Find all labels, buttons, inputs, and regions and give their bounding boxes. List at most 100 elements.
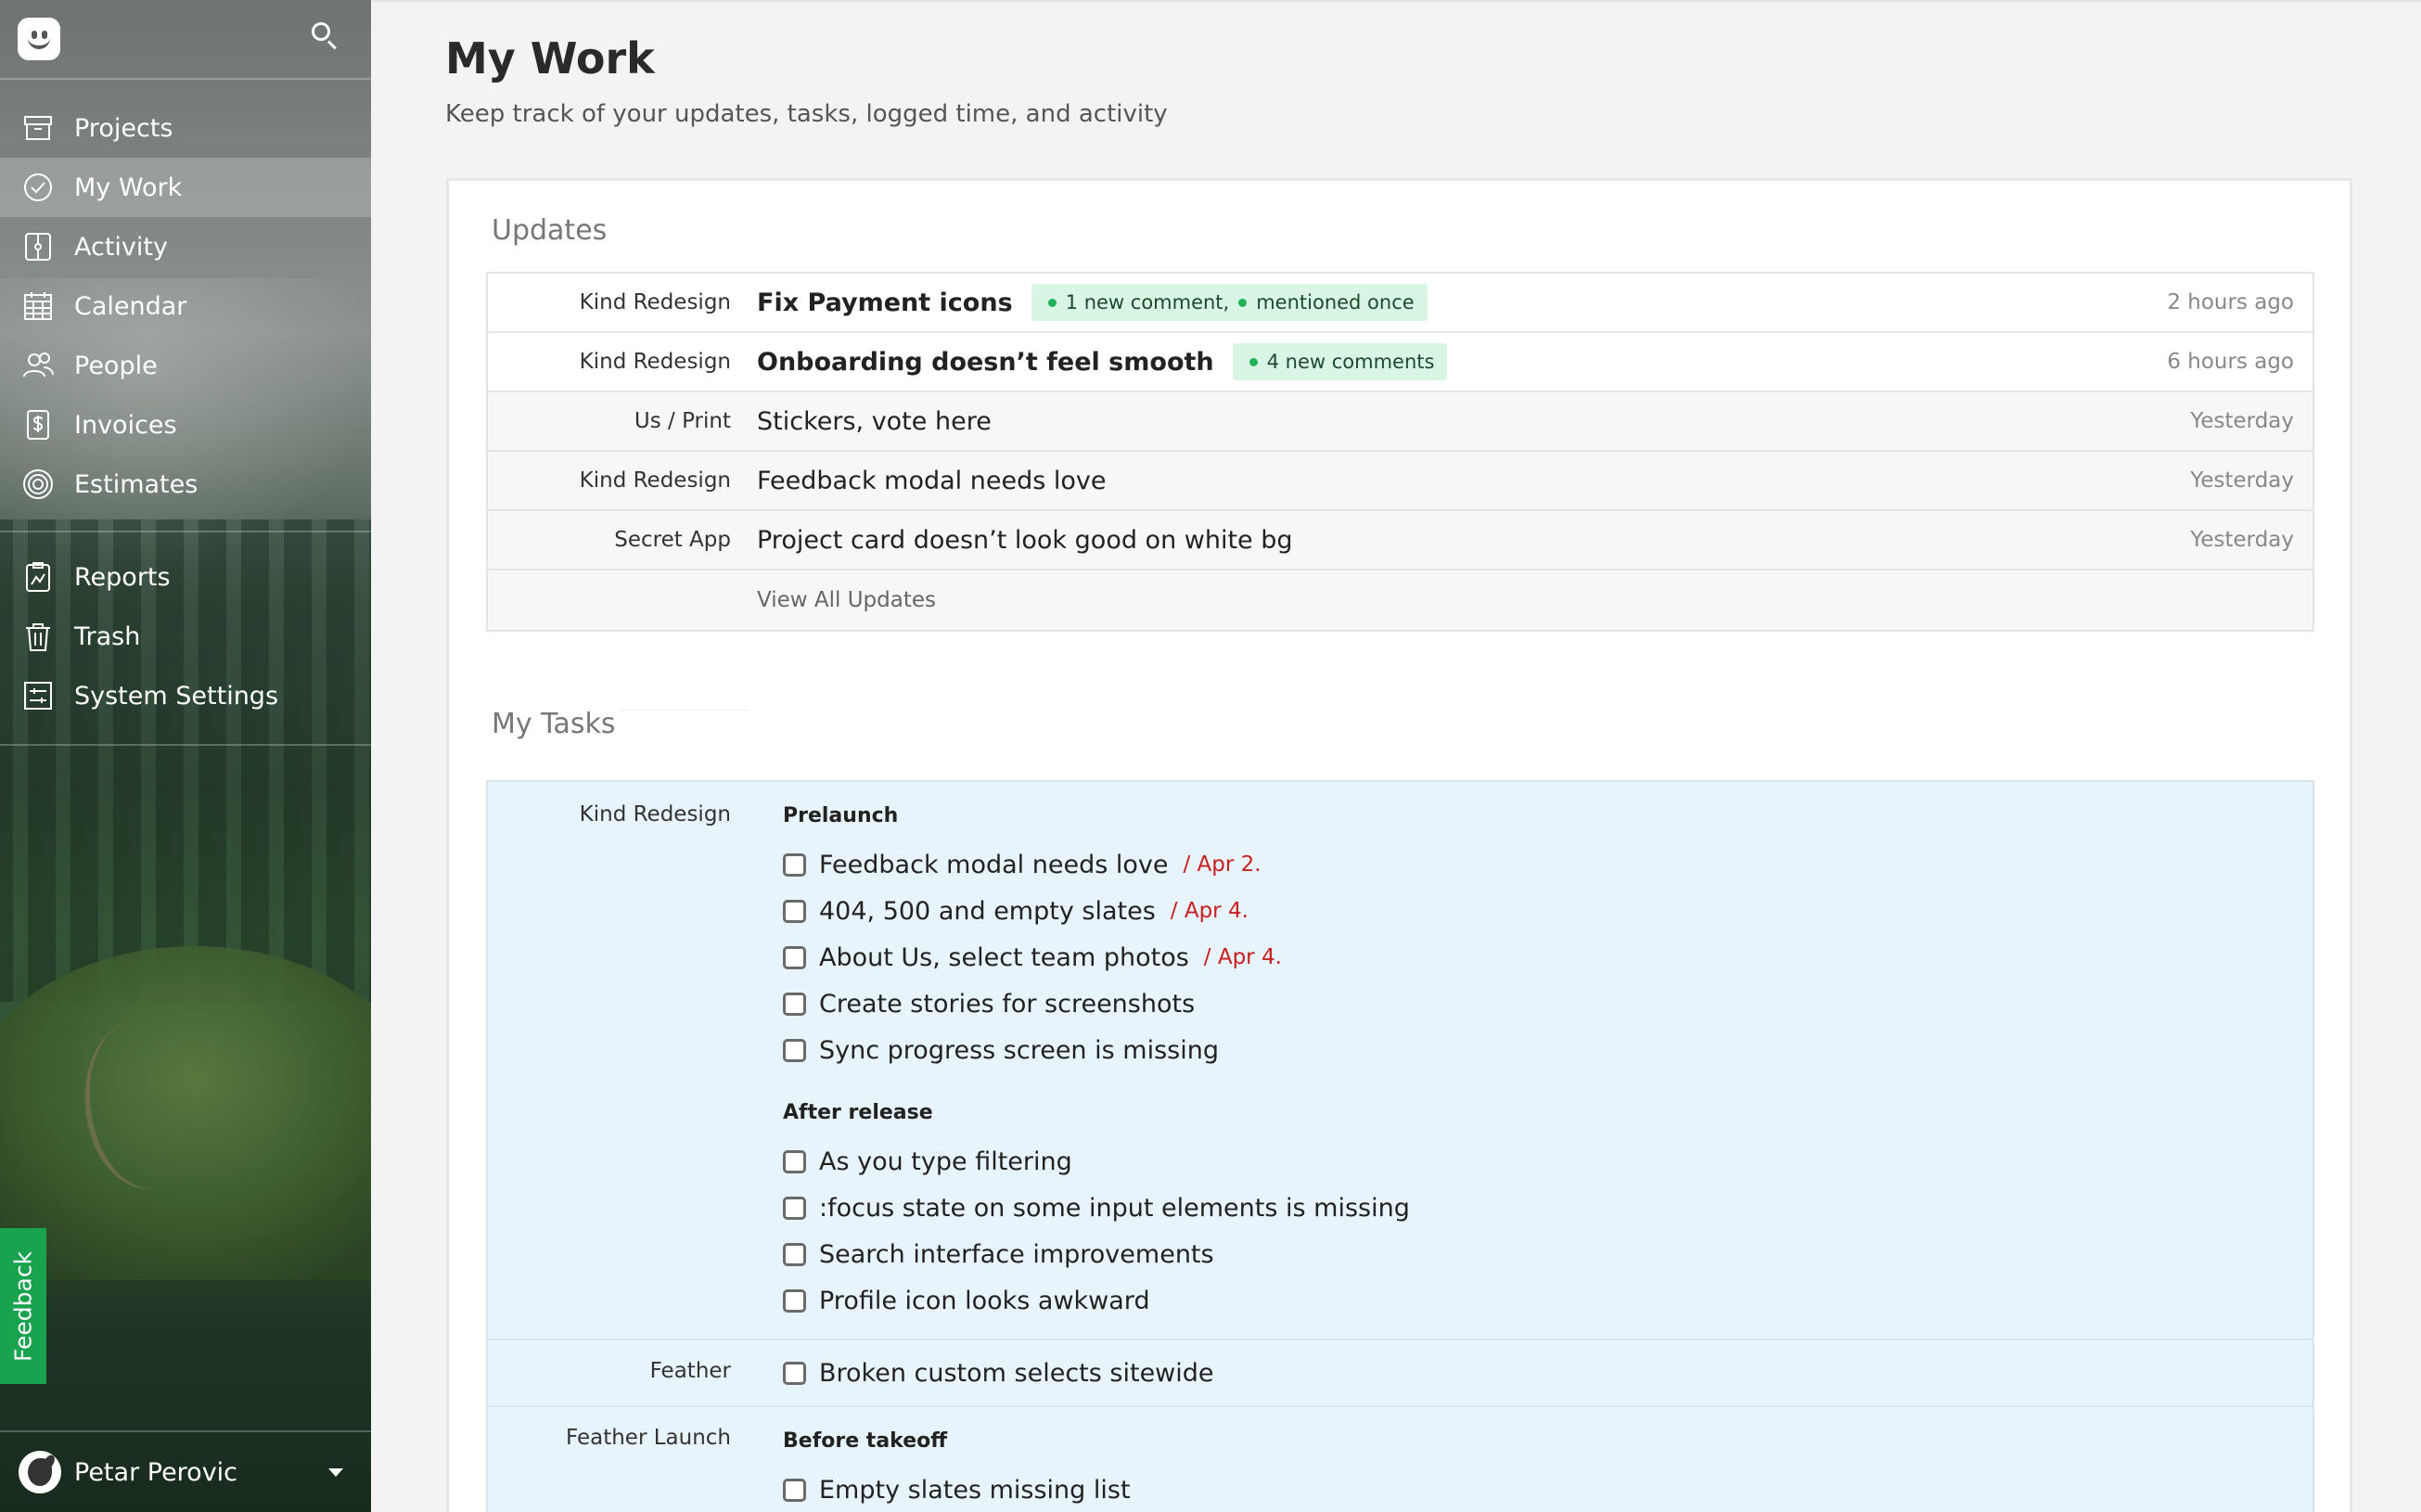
status-badge: 1 new comment, mentioned once [1031, 284, 1428, 321]
update-title[interactable]: Feedback modal needs love [757, 467, 1106, 495]
task-group-title: After release [783, 1101, 933, 1124]
task-checkbox[interactable] [783, 852, 806, 877]
task-checkbox[interactable] [783, 1149, 806, 1173]
search-icon[interactable] [308, 19, 341, 52]
task-due-date: / Apr 4. [1203, 945, 1282, 969]
task-project-block: Feather Launch Before takeoff Empty slat… [488, 1407, 2312, 1512]
update-row[interactable]: Us / Print Stickers, vote here Yesterday [488, 392, 2312, 452]
task-text[interactable]: As you type filtering [819, 1147, 1072, 1176]
user-menu[interactable]: Petar Perovic [0, 1430, 371, 1512]
sidebar-item-projects[interactable]: Projects [0, 98, 371, 158]
task-checkbox[interactable] [783, 1242, 806, 1266]
sidebar-item-label: Activity [74, 232, 168, 262]
task-item: Broken custom selects sitewide [783, 1350, 2312, 1396]
sidebar-item-system-settings[interactable]: System Settings [0, 666, 371, 725]
task-checkbox[interactable] [783, 1038, 806, 1062]
task-text[interactable]: Profile icon looks awkward [819, 1287, 1150, 1315]
tasks-list: Kind Redesign Prelaunch Feedback modal n… [486, 780, 2314, 1512]
sidebar: Projects My Work Activity Calendar Peopl… [0, 0, 371, 1512]
trash-icon [20, 619, 56, 654]
update-row[interactable]: Secret App Project card doesn’t look goo… [488, 511, 2312, 570]
dollar-document-icon [20, 407, 56, 442]
sidebar-item-label: Calendar [74, 291, 187, 321]
sidebar-item-label: My Work [74, 173, 183, 202]
target-icon [20, 467, 56, 502]
task-project-block: Kind Redesign Prelaunch Feedback modal n… [488, 782, 2312, 1340]
sidebar-item-label: People [74, 351, 158, 380]
sidebar-item-my-work[interactable]: My Work [0, 158, 371, 217]
update-title[interactable]: Fix Payment icons [757, 288, 1013, 317]
avatar [19, 1451, 61, 1493]
feedback-label: Feedback [9, 1250, 37, 1362]
update-title[interactable]: Stickers, vote here [757, 407, 992, 436]
task-text[interactable]: Empty slates missing list [819, 1476, 1131, 1505]
sidebar-header [0, 0, 371, 80]
app-logo-icon[interactable] [18, 18, 60, 60]
unread-dot-icon [1249, 357, 1258, 366]
user-name: Petar Perovic [74, 1457, 238, 1487]
task-text[interactable]: Feedback modal needs love [819, 851, 1168, 879]
task-text[interactable]: Sync progress screen is missing [819, 1036, 1219, 1065]
activity-icon [20, 229, 56, 264]
task-item: Create stories for screenshots [783, 980, 2312, 1027]
task-checkbox[interactable] [783, 1196, 806, 1220]
task-item: As you type filtering [783, 1138, 2312, 1185]
unread-dot-icon [1047, 298, 1057, 307]
task-checkbox[interactable] [783, 1288, 806, 1313]
view-all-updates-link[interactable]: View All Updates [757, 588, 936, 612]
task-text[interactable]: Broken custom selects sitewide [819, 1359, 1214, 1388]
feedback-button[interactable]: Feedback [0, 1228, 46, 1384]
update-row[interactable]: Kind Redesign Feedback modal needs love … [488, 452, 2312, 511]
tasks-title: My Tasks [492, 708, 616, 740]
update-project: Kind Redesign [579, 350, 731, 374]
sidebar-nav-secondary: Reports Trash System Settings [0, 547, 371, 725]
status-badge: 4 new comments [1232, 343, 1448, 380]
report-clipboard-icon [20, 559, 56, 595]
task-checkbox[interactable] [783, 1478, 806, 1502]
task-group-title: Prelaunch [783, 804, 899, 827]
update-project: Secret App [614, 528, 731, 552]
update-time: 6 hours ago [2167, 350, 2294, 374]
sidebar-item-invoices[interactable]: Invoices [0, 395, 371, 455]
my-work-card: Updates Kind Redesign Fix Payment icons … [446, 178, 2352, 1512]
update-project: Kind Redesign [579, 468, 731, 493]
sidebar-item-label: Reports [74, 562, 171, 592]
task-item: About Us, select team photos / Apr 4. [783, 934, 2312, 980]
update-project: Kind Redesign [579, 290, 731, 314]
task-item: Search interface improvements [783, 1231, 2312, 1277]
task-checkbox[interactable] [783, 992, 806, 1016]
update-row[interactable]: Kind Redesign Onboarding doesn’t feel sm… [488, 333, 2312, 392]
updates-list: Kind Redesign Fix Payment icons 1 new co… [486, 272, 2314, 632]
badge-text: 4 new comments [1266, 351, 1435, 373]
task-checkbox[interactable] [783, 1361, 806, 1385]
task-text[interactable]: Create stories for screenshots [819, 990, 1195, 1019]
update-title[interactable]: Onboarding doesn’t feel smooth [757, 348, 1214, 377]
sidebar-item-label: Estimates [74, 469, 199, 499]
task-text[interactable]: About Us, select team photos [819, 943, 1189, 972]
updates-title: Updates [492, 214, 608, 247]
task-text[interactable]: Search interface improvements [819, 1240, 1214, 1269]
task-checkbox[interactable] [783, 899, 806, 923]
archive-box-icon [20, 110, 56, 146]
task-checkbox[interactable] [783, 945, 806, 969]
update-time: Yesterday [2190, 409, 2294, 433]
sidebar-item-people[interactable]: People [0, 336, 371, 395]
chevron-down-icon[interactable] [328, 1467, 343, 1477]
task-group-title: Before takeoff [783, 1429, 948, 1453]
update-title[interactable]: Project card doesn’t look good on white … [757, 526, 1293, 555]
update-row[interactable]: Kind Redesign Fix Payment icons 1 new co… [488, 274, 2312, 333]
main-content: My Work Keep track of your updates, task… [373, 0, 2421, 1512]
sidebar-item-reports[interactable]: Reports [0, 547, 371, 607]
sidebar-item-estimates[interactable]: Estimates [0, 455, 371, 514]
task-project-block: Feather Broken custom selects sitewide [488, 1340, 2312, 1407]
page-subtitle: Keep track of your updates, tasks, logge… [445, 100, 1168, 128]
task-text[interactable]: :focus state on some input elements is m… [819, 1194, 1410, 1223]
task-project: Kind Redesign [579, 802, 731, 826]
people-icon [20, 348, 56, 383]
sidebar-item-calendar[interactable]: Calendar [0, 276, 371, 336]
sidebar-item-trash[interactable]: Trash [0, 607, 371, 666]
sidebar-item-label: Projects [74, 113, 173, 143]
sidebar-item-label: Trash [74, 621, 141, 651]
task-text[interactable]: 404, 500 and empty slates [819, 897, 1156, 926]
sidebar-item-activity[interactable]: Activity [0, 217, 371, 276]
